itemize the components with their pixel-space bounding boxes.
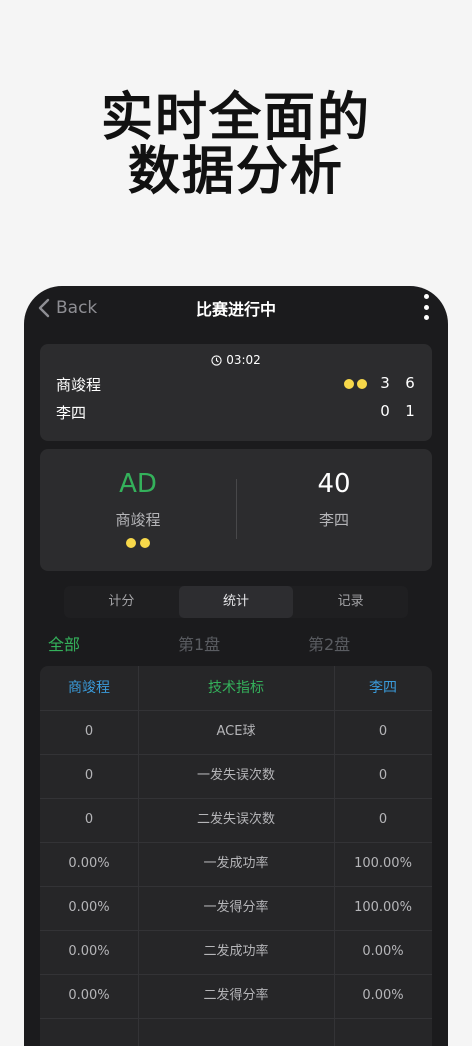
serve-ball-icon [344, 379, 354, 389]
more-options-button[interactable] [416, 294, 436, 320]
header-player-1: 商竣程 [68, 680, 110, 696]
stats-table: 商竣程 技术指标 李四 0 ACE球 0 0 一发失误次数 0 0 二发失误次数… [40, 666, 432, 1046]
player-name: 李四 [318, 511, 349, 529]
table-row: 0.00% 一发成功率 100.00% [40, 842, 432, 887]
tab-set-2[interactable]: 第2盘 [308, 631, 350, 655]
table-row: 0 一发失误次数 0 [40, 754, 432, 799]
serve-ball-icon [140, 538, 150, 548]
stat-metric-label: ACE球 [216, 724, 256, 739]
segment-scoring[interactable]: 计分 [64, 586, 179, 618]
tab-all[interactable]: 全部 [48, 631, 80, 655]
scoreboard-player-row: 李四 0 1 [56, 402, 416, 424]
stat-metric-label: 二发得分率 [203, 988, 269, 1003]
stat-value-player-2: 0 [378, 724, 388, 739]
stat-metric-label: 二发失误次数 [196, 812, 275, 827]
promo-title-line-2: 数据分析 [127, 142, 344, 202]
stat-value-player-2: 0.00% [362, 988, 404, 1003]
promo-title-line-1: 实时全面的 [100, 88, 371, 148]
serve-ball-icon [126, 538, 136, 548]
scoreboard-card: 03:02 商竣程 3 6 李四 0 1 [40, 344, 432, 441]
stat-metric-label: 二发成功率 [203, 944, 269, 959]
stat-metric-label: 一发得分率 [203, 900, 269, 915]
more-dot-icon [423, 304, 429, 310]
tab-set-1[interactable]: 第1盘 [178, 631, 220, 655]
table-row: 0.00% 一发得分率 100.00% [40, 886, 432, 931]
stat-value-player-1: 0 [84, 812, 94, 827]
page-title: 比赛进行中 [195, 300, 276, 319]
set-score: 0 [380, 402, 390, 420]
header-metric: 技术指标 [208, 680, 264, 696]
set-score: 3 [380, 374, 390, 392]
segment-log[interactable]: 记录 [293, 586, 408, 618]
stat-value-player-1: 0 [84, 768, 94, 783]
stat-value-player-1: 0.00% [68, 944, 110, 959]
serve-ball-icon [357, 379, 367, 389]
set-score: 1 [405, 402, 415, 420]
table-row: 0 ACE球 0 [40, 710, 432, 755]
view-segmented-control: 计分 统计 记录 [64, 586, 408, 618]
table-header: 商竣程 技术指标 李四 [40, 666, 432, 711]
serve-indicator [40, 538, 236, 548]
stat-value-player-1: 0.00% [68, 856, 110, 871]
stat-metric-label: 一发失误次数 [196, 768, 275, 783]
set-score: 6 [405, 374, 415, 392]
segment-stats[interactable]: 统计 [178, 586, 294, 618]
player-game-panel[interactable]: 40 李四 [236, 449, 432, 571]
player-name: 商竣程 [56, 376, 102, 394]
header-player-2: 李四 [369, 680, 397, 696]
stat-value-player-2: 0 [378, 768, 388, 783]
game-score-card: AD 商竣程 40 李四 [40, 449, 432, 571]
stat-value-player-2: 100.00% [354, 900, 412, 915]
player-name: 李四 [56, 404, 87, 422]
more-dot-icon [423, 294, 429, 299]
clock-icon [211, 354, 222, 366]
app-screen: Back 比赛进行中 03:02 商竣程 3 6 李四 0 1 AD 商竣程 4… [24, 286, 448, 1046]
promo-banner: 实时全面的 数据分析 [0, 0, 472, 290]
table-row [40, 1018, 432, 1046]
serve-indicator [344, 379, 370, 389]
timer-value: 03:02 [226, 353, 261, 367]
game-point: 40 [317, 469, 351, 499]
scoreboard-player-row: 商竣程 3 6 [56, 374, 416, 396]
navigation-bar: Back 比赛进行中 [24, 286, 448, 330]
more-dot-icon [423, 315, 429, 320]
table-row: 0.00% 二发成功率 0.00% [40, 930, 432, 975]
stat-value-player-1: 0 [84, 724, 94, 739]
stat-value-player-2: 0.00% [362, 944, 404, 959]
stat-value-player-2: 0 [378, 812, 388, 827]
match-timer: 03:02 [40, 353, 432, 367]
stat-metric-label: 一发成功率 [203, 856, 269, 871]
set-filter-tabs: 全部 第1盘 第2盘 [24, 631, 448, 655]
stat-value-player-2: 100.00% [354, 856, 412, 871]
player-game-panel[interactable]: AD 商竣程 [40, 449, 236, 571]
game-point: AD [119, 469, 157, 499]
table-row: 0 二发失误次数 0 [40, 798, 432, 843]
stat-value-player-1: 0.00% [68, 988, 110, 1003]
player-name: 商竣程 [115, 511, 161, 529]
table-row: 0.00% 二发得分率 0.00% [40, 974, 432, 1019]
stat-value-player-1: 0.00% [68, 900, 110, 915]
